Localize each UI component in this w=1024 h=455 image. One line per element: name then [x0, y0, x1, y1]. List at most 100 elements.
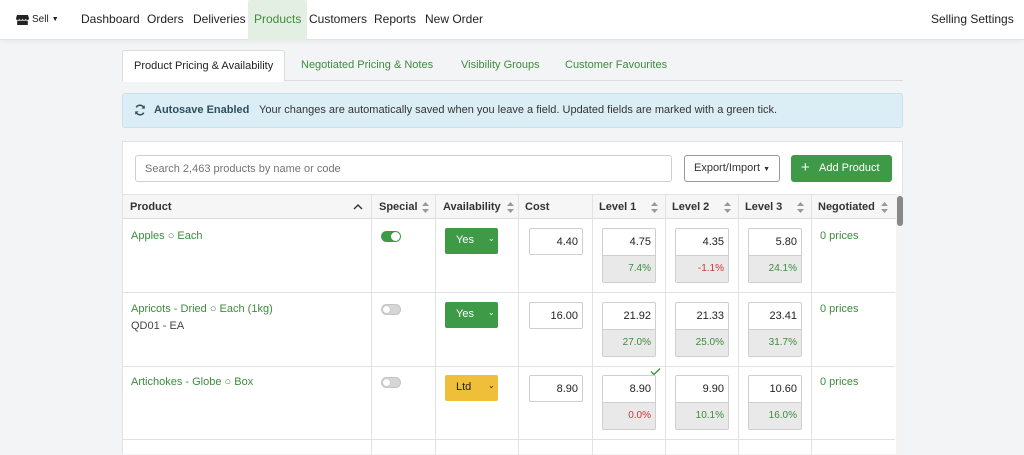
tab-visibility-groups[interactable]: Visibility Groups	[461, 50, 540, 81]
header-level-3[interactable]: Level 3	[745, 195, 782, 219]
level-3-margin: 31.7%	[749, 330, 801, 356]
header-level-1[interactable]: Level 1	[599, 195, 636, 219]
level-2-margin: -1.1%	[676, 256, 728, 282]
nav-orders[interactable]: Orders	[147, 0, 184, 40]
product-name-link[interactable]: Apricots - Dried ○ Each (1kg)	[131, 303, 273, 315]
header-cost: Cost	[525, 201, 550, 213]
level-1-price: 4.75 7.4%	[602, 228, 656, 283]
sort-asc-icon[interactable]	[353, 203, 363, 210]
export-import-button[interactable]: Export/Import ▼	[684, 155, 780, 182]
sell-menu[interactable]: Sell ▼	[16, 0, 59, 40]
products-panel: Product Pricing & Availability Negotiate…	[122, 50, 904, 455]
tab-negotiated-pricing[interactable]: Negotiated Pricing & Notes	[301, 50, 433, 81]
level-3-price: 10.60 16.0%	[748, 375, 802, 430]
column-divider	[592, 194, 593, 455]
sort-icon[interactable]	[724, 202, 731, 213]
nav-new-order[interactable]: New Order	[425, 0, 483, 40]
level-2-input[interactable]: 9.90	[676, 376, 728, 403]
sort-icon[interactable]	[507, 202, 514, 213]
level-3-margin: 24.1%	[749, 256, 801, 282]
cost-input[interactable]: 16.00	[529, 302, 583, 329]
plus-icon: +	[801, 159, 810, 176]
tab-product-pricing[interactable]: Product Pricing & Availability	[122, 50, 286, 82]
column-divider	[435, 194, 436, 455]
availability-select[interactable]: Yes ⌄	[445, 228, 498, 254]
availability-select[interactable]: Yes ⌄	[445, 302, 498, 328]
caret-down-icon: ▼	[51, 16, 59, 23]
table-header: Product Special Availability Cost Level …	[123, 194, 904, 219]
row-divider	[123, 292, 895, 293]
level-3-input[interactable]: 5.80	[749, 229, 801, 256]
tab-customer-favourites[interactable]: Customer Favourites	[565, 50, 667, 81]
store-icon	[16, 15, 29, 25]
negotiated-prices-link[interactable]: 0 prices	[820, 303, 859, 315]
header-availability[interactable]: Availability	[443, 195, 501, 219]
column-divider	[371, 194, 372, 455]
product-search-input[interactable]	[135, 155, 672, 182]
caret-down-icon: ▼	[763, 166, 771, 173]
column-divider	[518, 194, 519, 455]
add-product-button[interactable]: + Add Product	[791, 155, 892, 182]
level-3-margin: 16.0%	[749, 403, 801, 429]
autosave-title: Autosave Enabled	[154, 104, 250, 116]
level-1-input[interactable]: 21.92	[603, 303, 655, 330]
negotiated-prices-link[interactable]: 0 prices	[820, 376, 859, 388]
export-import-label: Export/Import	[693, 162, 761, 174]
sort-icon[interactable]	[651, 202, 658, 213]
sort-icon[interactable]	[422, 202, 429, 213]
sort-icon[interactable]	[797, 202, 804, 213]
level-1-input[interactable]: 4.75	[603, 229, 655, 256]
level-2-price: 21.33 25.0%	[675, 302, 729, 357]
level-3-price: 5.80 24.1%	[748, 228, 802, 283]
availability-value: Yes	[456, 308, 474, 320]
special-toggle[interactable]	[381, 231, 401, 242]
top-navigation: Sell ▼ Dashboard Orders Deliveries Produ…	[0, 0, 1024, 40]
nav-customers[interactable]: Customers	[309, 0, 367, 40]
level-2-margin: 10.1%	[676, 403, 728, 429]
availability-select[interactable]: Ltd ⌄	[445, 375, 498, 401]
scrollbar-thumb[interactable]	[897, 196, 903, 226]
header-level-2[interactable]: Level 2	[672, 195, 709, 219]
row-divider	[123, 439, 895, 440]
autosave-message: Your changes are automatically saved whe…	[259, 104, 778, 116]
special-toggle[interactable]	[381, 377, 401, 388]
level-2-input[interactable]: 4.35	[676, 229, 728, 256]
nav-products[interactable]: Products	[248, 0, 308, 40]
table-scrollbar[interactable]	[896, 194, 904, 455]
header-negotiated[interactable]: Negotiated	[818, 195, 875, 219]
tab-bar: Product Pricing & Availability Negotiate…	[122, 50, 903, 82]
product-code: QD01 - EA	[131, 320, 185, 332]
negotiated-prices-link[interactable]: 0 prices	[820, 230, 859, 242]
nav-deliveries[interactable]: Deliveries	[193, 0, 246, 40]
level-2-price: 4.35 -1.1%	[675, 228, 729, 283]
toggle-knob	[383, 306, 390, 313]
toggle-knob	[391, 232, 400, 241]
level-2-input[interactable]: 21.33	[676, 303, 728, 330]
column-divider	[665, 194, 666, 455]
header-product[interactable]: Product	[130, 195, 172, 219]
level-3-input[interactable]: 23.41	[749, 303, 801, 330]
level-1-price: 21.92 27.0%	[602, 302, 656, 357]
sort-icon[interactable]	[881, 202, 888, 213]
nav-reports[interactable]: Reports	[374, 0, 416, 40]
cost-input[interactable]: 8.90	[529, 375, 583, 402]
level-1-price: 8.90 0.0%	[602, 375, 656, 430]
column-divider	[811, 194, 812, 455]
product-name-link[interactable]: Artichokes - Globe ○ Box	[131, 376, 253, 388]
nav-dashboard[interactable]: Dashboard	[81, 0, 140, 40]
row-divider	[123, 366, 895, 367]
add-product-label: Add Product	[819, 162, 880, 174]
chevron-down-icon: ⌄	[488, 308, 495, 317]
cost-input[interactable]: 4.40	[529, 228, 583, 255]
chevron-down-icon: ⌄	[488, 234, 495, 243]
special-toggle[interactable]	[381, 304, 401, 315]
nav-selling-settings[interactable]: Selling Settings	[931, 0, 1014, 40]
level-3-price: 23.41 31.7%	[748, 302, 802, 357]
level-3-input[interactable]: 10.60	[749, 376, 801, 403]
availability-value: Ltd	[456, 381, 472, 393]
product-name-link[interactable]: Apples ○ Each	[131, 230, 202, 242]
product-table-card: Export/Import ▼ + Add Product Product Sp…	[122, 141, 904, 455]
toggle-knob	[383, 379, 390, 386]
header-special[interactable]: Special	[379, 195, 418, 219]
level-1-input[interactable]: 8.90	[603, 376, 655, 403]
